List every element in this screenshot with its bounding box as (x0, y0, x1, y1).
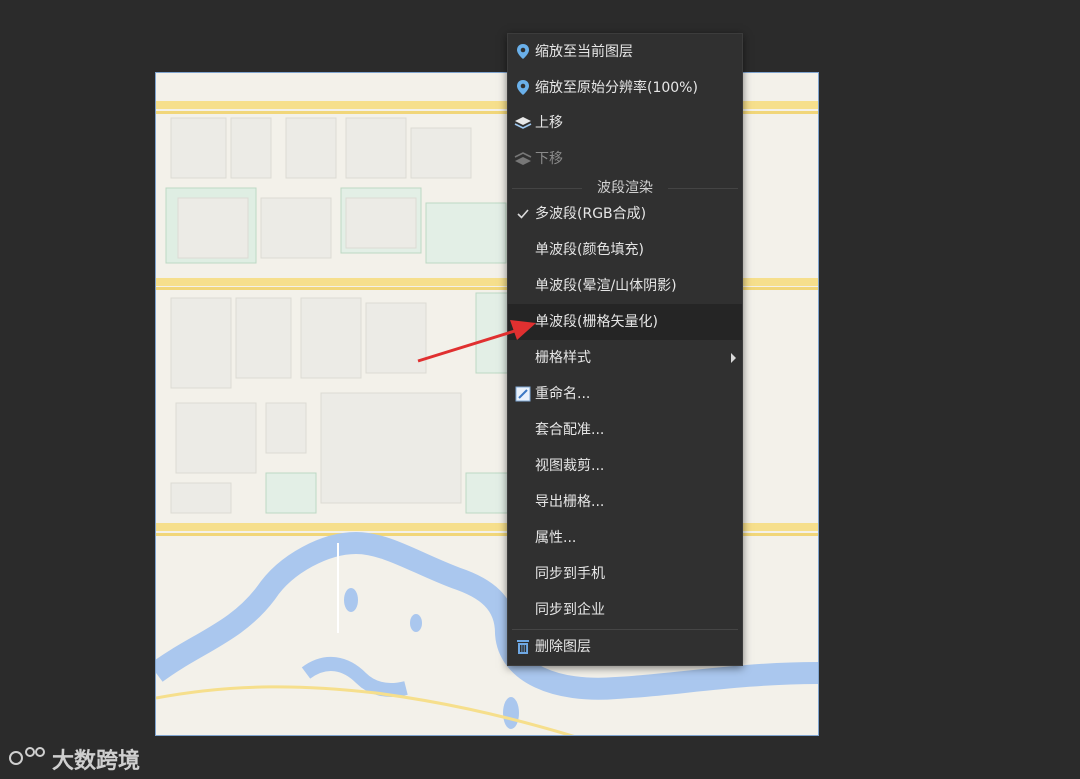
menu-item-label: 视图裁剪... (535, 458, 605, 474)
menu-item-label: 栅格样式 (535, 350, 591, 366)
band-render-section-title: 波段渲染 (508, 177, 742, 197)
menu-item-singleband-hillshade[interactable]: 单波段(晕渲/山体阴影) (508, 268, 742, 304)
menu-item-properties[interactable]: 属性... (508, 520, 742, 556)
menu-item-raster-style[interactable]: 栅格样式 (508, 340, 742, 376)
layer-up-icon (514, 114, 532, 132)
menu-item-label: 套合配准... (535, 422, 605, 438)
menu-item-label: 下移 (535, 151, 563, 167)
menu-item-label: 导出栅格... (535, 494, 605, 510)
menu-item-move-up[interactable]: 上移 (508, 105, 742, 141)
menu-item-label: 删除图层 (535, 639, 591, 655)
menu-item-move-down[interactable]: 下移 (508, 141, 742, 177)
menu-item-multiband-rgb[interactable]: 多波段(RGB合成) (508, 196, 742, 232)
map-pin-icon (514, 43, 532, 61)
menu-item-label: 单波段(颜色填充) (535, 242, 644, 258)
rename-icon (514, 385, 532, 403)
menu-item-view-clip[interactable]: 视图裁剪... (508, 448, 742, 484)
menu-item-label: 属性... (535, 530, 577, 546)
watermark-logo-icon (8, 744, 46, 774)
menu-item-label: 缩放至原始分辨率(100%) (535, 80, 698, 96)
menu-item-rename[interactable]: 重命名... (508, 376, 742, 412)
menu-item-label: 同步到企业 (535, 602, 605, 618)
submenu-arrow-icon (731, 353, 736, 363)
trash-icon (514, 638, 532, 656)
menu-item-label: 单波段(栅格矢量化) (535, 314, 658, 330)
map-pin-icon (514, 79, 532, 97)
watermark-text: 大数跨境 (52, 749, 141, 774)
menu-item-label: 上移 (535, 115, 563, 131)
menu-item-delete-layer[interactable]: 删除图层 (508, 629, 742, 665)
menu-item-label: 重命名... (535, 386, 591, 402)
menu-item-label: 缩放至当前图层 (535, 44, 633, 60)
menu-item-singleband-vectorize[interactable]: 单波段(栅格矢量化) (508, 304, 742, 340)
menu-item-export-raster[interactable]: 导出栅格... (508, 484, 742, 520)
watermark: 大数跨境 (8, 742, 140, 776)
menu-item-singleband-color[interactable]: 单波段(颜色填充) (508, 232, 742, 268)
menu-item-label: 同步到手机 (535, 566, 605, 582)
menu-item-zoom-to-native[interactable]: 缩放至原始分辨率(100%) (508, 70, 742, 106)
menu-item-georeference[interactable]: 套合配准... (508, 412, 742, 448)
menu-item-sync-enterprise[interactable]: 同步到企业 (508, 592, 742, 628)
layer-context-menu: 缩放至当前图层 缩放至原始分辨率(100%) 上移 下移 波段渲染 多波段(RG… (507, 33, 743, 666)
checkmark-icon (514, 205, 532, 223)
menu-item-sync-phone[interactable]: 同步到手机 (508, 556, 742, 592)
layer-down-icon (514, 150, 532, 168)
menu-item-zoom-to-layer[interactable]: 缩放至当前图层 (508, 34, 742, 70)
menu-item-label: 单波段(晕渲/山体阴影) (535, 278, 677, 294)
menu-item-label: 多波段(RGB合成) (535, 206, 647, 222)
